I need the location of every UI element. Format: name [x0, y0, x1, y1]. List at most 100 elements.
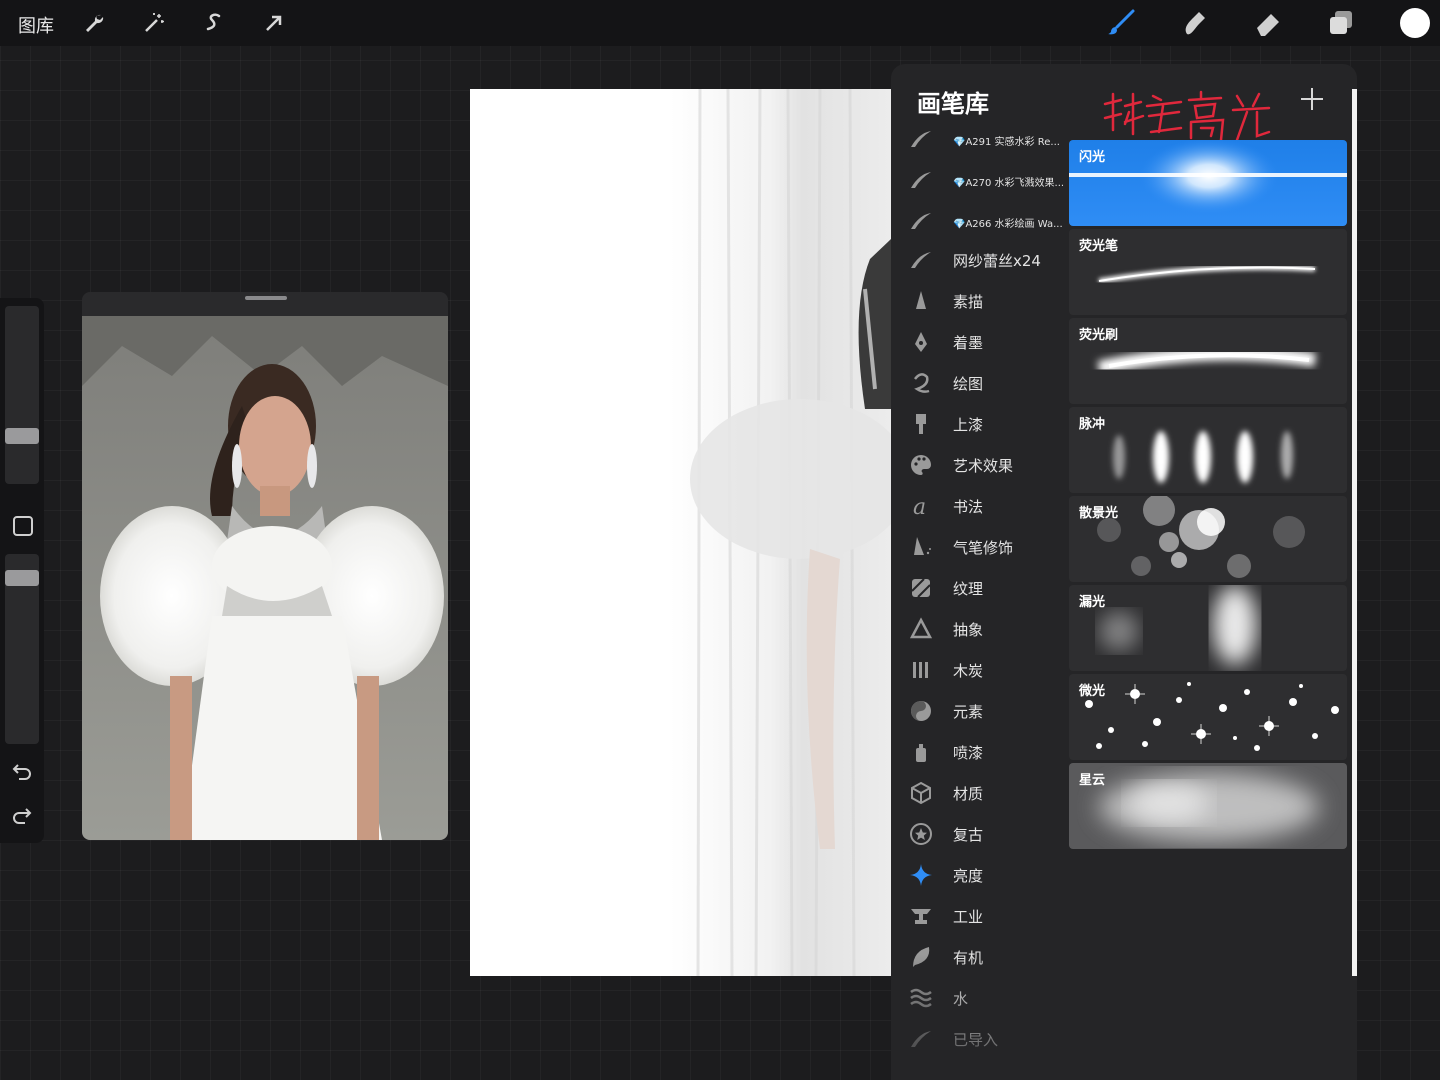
- category-item[interactable]: 工业: [891, 896, 1071, 936]
- redo-icon[interactable]: [10, 804, 34, 828]
- paint-brush-icon: [916, 414, 926, 434]
- selection-icon[interactable]: [197, 6, 231, 40]
- category-item[interactable]: 水: [891, 978, 1071, 1018]
- category-label: 有机: [953, 949, 984, 967]
- category-item[interactable]: 喷漆: [891, 732, 1071, 772]
- category-label: 元素: [953, 703, 984, 721]
- calligraphy-icon: a: [913, 495, 926, 518]
- brush-item[interactable]: 荧光刷: [1069, 318, 1347, 404]
- brush-preview-light-leak: [1099, 585, 1257, 665]
- category-item[interactable]: 元素: [891, 691, 1071, 731]
- spray-can-icon: [916, 744, 926, 762]
- category-item[interactable]: 绘图: [891, 363, 1071, 403]
- brush-item[interactable]: 星云: [1069, 763, 1347, 849]
- category-item[interactable]: 气笔修饰: [891, 527, 1071, 567]
- color-picker-button[interactable]: [1400, 8, 1430, 38]
- brush-name: 脉冲: [1079, 417, 1106, 432]
- category-item[interactable]: 💎A291 实感水彩 Re...: [891, 119, 1071, 159]
- category-label: A291 实感水彩 Re...: [965, 137, 1060, 148]
- drawing-canvas[interactable]: [470, 89, 891, 976]
- category-item[interactable]: 纹理: [891, 568, 1071, 608]
- brush-item[interactable]: 漏光: [1069, 585, 1347, 671]
- sparkle-icon: [910, 864, 932, 886]
- category-label: 着墨: [953, 334, 984, 352]
- wrench-icon[interactable]: [77, 6, 111, 40]
- category-label: 水: [953, 990, 969, 1008]
- triangle-icon: [909, 617, 933, 639]
- layers-icon[interactable]: [1324, 6, 1358, 40]
- swirl-icon: [914, 373, 930, 393]
- brush-stroke-icon: [911, 1031, 931, 1047]
- canvas-artwork: [470, 89, 891, 976]
- category-label: 材质: [953, 785, 984, 803]
- charcoal-icon: [913, 662, 928, 678]
- category-item[interactable]: 💎A266 水彩绘画 Wa...: [891, 201, 1071, 241]
- cube-icon: [911, 781, 931, 805]
- brush-icon[interactable]: [1104, 6, 1138, 40]
- category-item[interactable]: 木炭: [891, 650, 1071, 690]
- brush-item[interactable]: 脉冲: [1069, 407, 1347, 493]
- category-label: 已导入: [953, 1031, 999, 1049]
- brush-name: 散景光: [1079, 506, 1119, 521]
- category-label: 亮度: [953, 867, 984, 885]
- brush-preview-sparkles: [1085, 682, 1339, 751]
- add-brush-button[interactable]: [1299, 86, 1325, 112]
- category-item[interactable]: a 书法: [891, 486, 1071, 526]
- brush-name: 微光: [1079, 684, 1106, 699]
- smudge-icon[interactable]: [1177, 6, 1211, 40]
- category-item[interactable]: 上漆: [891, 404, 1071, 444]
- brush-name: 荧光刷: [1079, 328, 1119, 343]
- brush-stroke-icon: [911, 172, 931, 188]
- brush-name: 星云: [1079, 773, 1106, 788]
- yin-yang-icon: [911, 701, 931, 721]
- palette-icon: [911, 455, 931, 475]
- undo-icon[interactable]: [10, 760, 34, 784]
- category-item[interactable]: 复古: [891, 814, 1071, 854]
- brush-name: 闪光: [1079, 150, 1106, 165]
- magic-wand-icon[interactable]: [137, 6, 171, 40]
- reference-image: [82, 316, 448, 840]
- waves-icon: [910, 988, 932, 1008]
- brush-stroke-icon: [911, 213, 931, 229]
- sidebar: [0, 298, 44, 843]
- brush-name: 荧光笔: [1079, 239, 1119, 254]
- reference-window[interactable]: [82, 292, 448, 840]
- category-label: 纹理: [953, 580, 984, 598]
- gallery-button[interactable]: 图库: [18, 12, 54, 38]
- opacity-knob[interactable]: [5, 570, 39, 586]
- category-label: 上漆: [953, 416, 984, 434]
- category-label: 绘图: [953, 375, 984, 393]
- category-item-selected[interactable]: 亮度: [891, 855, 1071, 895]
- brush-item-selected[interactable]: 闪光: [1069, 140, 1347, 226]
- anvil-icon: [911, 909, 931, 924]
- category-item[interactable]: 抽象: [891, 609, 1071, 649]
- transform-arrow-icon[interactable]: [257, 6, 291, 40]
- brush-item[interactable]: 散景光: [1069, 496, 1347, 582]
- airbrush-icon: [914, 537, 931, 555]
- category-item[interactable]: 素描: [891, 281, 1071, 321]
- category-item[interactable]: 💎A270 水彩飞溅效果...: [891, 160, 1071, 200]
- category-item[interactable]: 材质: [891, 773, 1071, 813]
- brush-size-knob[interactable]: [5, 428, 39, 444]
- eraser-icon[interactable]: [1251, 6, 1285, 40]
- brush-item[interactable]: 微光: [1069, 674, 1347, 760]
- category-label: 书法: [953, 498, 984, 516]
- category-label: 抽象: [953, 621, 984, 639]
- brush-stroke-icon: [911, 252, 931, 268]
- category-item[interactable]: 艺术效果: [891, 445, 1071, 485]
- category-label: 艺术效果: [953, 457, 1014, 475]
- reference-drag-handle[interactable]: [245, 296, 287, 300]
- category-item[interactable]: 已导入: [891, 1019, 1071, 1059]
- svg-text:a: a: [913, 495, 926, 518]
- brush-stroke-icon: [911, 131, 931, 147]
- pencil-icon: [916, 291, 926, 309]
- square-icon[interactable]: [13, 516, 33, 536]
- category-item[interactable]: 着墨: [891, 322, 1071, 362]
- pen-nib-icon: [915, 332, 927, 352]
- category-item[interactable]: 网纱蕾丝x24: [891, 240, 1071, 280]
- brush-item[interactable]: 荧光笔: [1069, 229, 1347, 315]
- category-label: 木炭: [953, 662, 984, 680]
- category-item[interactable]: 有机: [891, 937, 1071, 977]
- brush-size-slider[interactable]: [5, 306, 39, 484]
- category-label: 喷漆: [953, 744, 984, 762]
